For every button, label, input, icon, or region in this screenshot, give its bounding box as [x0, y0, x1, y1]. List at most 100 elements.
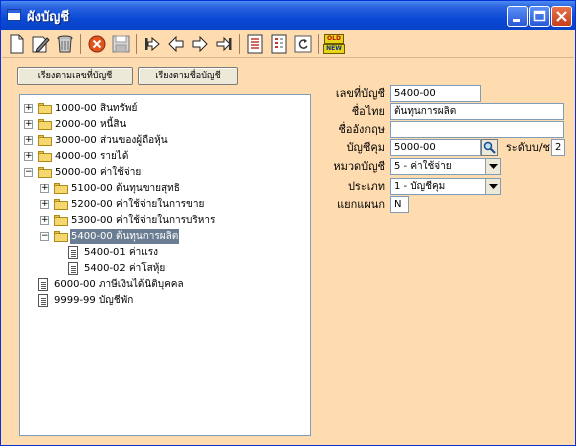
first-icon	[145, 36, 160, 52]
arrow-left-icon	[168, 35, 184, 53]
first-record-button[interactable]	[141, 33, 163, 55]
save-button[interactable]	[110, 33, 132, 55]
tree-node-label-selected: 5400-00 ต้นทุนการผลิต	[70, 229, 180, 244]
category-label: หมวดบัญชี	[333, 160, 385, 173]
delete-button[interactable]	[54, 33, 76, 55]
english-name-label: ชื่ออังกฤษ	[338, 123, 385, 136]
list-icon	[247, 34, 263, 54]
badge-new: NEW	[323, 44, 345, 54]
expand-icon[interactable]: +	[40, 184, 49, 193]
collapse-icon[interactable]: −	[40, 232, 49, 241]
account-no-label: เลขที่บัญชี	[335, 87, 385, 100]
expand-icon[interactable]: +	[24, 120, 33, 129]
toolbar: OLD NEW	[2, 30, 574, 58]
previous-record-button[interactable]	[165, 33, 187, 55]
last-record-button[interactable]	[213, 33, 235, 55]
category-select[interactable]: 5 - ค่าใช้จ่าย	[390, 158, 501, 175]
edit-button[interactable]	[30, 33, 52, 55]
thai-name-field[interactable]: ต้นทุนการผลิต	[390, 103, 564, 120]
dropdown-button[interactable]	[485, 179, 500, 194]
undo-icon	[294, 35, 312, 53]
open-folder-icon	[38, 167, 52, 178]
document-icon	[38, 278, 48, 291]
close-icon	[556, 11, 567, 22]
level-label: ระดับบ/ช	[505, 141, 550, 154]
level-field[interactable]: 2	[551, 139, 565, 156]
new-document-icon	[10, 34, 24, 54]
folder-icon	[38, 135, 52, 146]
tree-node-label: 5300-00 ค่าใช้จ่ายในการบริหาร	[71, 215, 216, 226]
department-split-field[interactable]: N	[390, 196, 409, 213]
document-icon	[68, 262, 78, 275]
expand-icon[interactable]: +	[40, 216, 49, 225]
category-value: 5 - ค่าใช้จ่าย	[394, 161, 452, 172]
control-account-field[interactable]: 5000-00	[390, 139, 481, 156]
tree-node-label: 3000-00 ส่วนของผู้ถือหุ้น	[55, 135, 168, 146]
list-view-button[interactable]	[244, 33, 266, 55]
folder-icon	[38, 103, 52, 114]
report-icon	[271, 34, 287, 54]
maximize-button[interactable]	[529, 6, 550, 27]
tree-node-label: 9999-99 บัญชีพัก	[54, 295, 134, 306]
folder-icon	[54, 215, 68, 226]
badge-old: OLD	[324, 34, 344, 44]
close-window-button[interactable]	[551, 6, 572, 27]
tree-node-label: 5100-00 ต้นทุนขายสุทธิ	[71, 183, 180, 194]
control-account-label: บัญชีคุม	[346, 141, 385, 154]
expand-icon[interactable]: +	[24, 136, 33, 145]
document-icon	[68, 246, 78, 259]
main-window: ผังบัญชี OLD NEW เรียงตามเลขที่บัญชี เรี…	[0, 0, 576, 446]
tree-node-label: 4000-00 รายได้	[55, 151, 129, 162]
english-name-field[interactable]	[390, 121, 564, 138]
chevron-down-icon	[488, 163, 498, 169]
chevron-down-icon	[488, 183, 498, 189]
type-select[interactable]: 1 - บัญชีคุม	[390, 178, 501, 195]
report-button[interactable]	[268, 33, 290, 55]
trash-icon	[57, 35, 73, 53]
expand-icon[interactable]: +	[24, 104, 33, 113]
account-no-field[interactable]: 5400-00	[390, 85, 481, 102]
collapse-icon[interactable]: −	[24, 168, 33, 177]
tree-node-label: 6000-00 ภาษีเงินได้นิติบุคคล	[54, 279, 184, 290]
tree-node-label: 5400-01 ค่าแรง	[84, 247, 158, 258]
sort-by-name-button[interactable]: เรียงตามชื่อบัญชี	[138, 67, 238, 85]
arrow-right-icon	[192, 35, 208, 53]
minimize-icon	[513, 19, 520, 22]
new-button[interactable]	[6, 33, 28, 55]
old-new-toggle-button[interactable]: OLD NEW	[323, 33, 345, 55]
thai-name-label: ชื่อไทย	[351, 105, 385, 118]
folder-icon	[54, 199, 68, 210]
open-folder-icon	[54, 231, 68, 242]
account-tree[interactable]: + 1000-00 สินทรัพย์ + 2000-00 หนี้สิน + …	[19, 94, 311, 436]
dropdown-button[interactable]	[485, 159, 500, 174]
tree-node-label: 2000-00 หนี้สิน	[55, 119, 127, 130]
maximize-icon	[533, 10, 546, 22]
window-title: ผังบัญชี	[27, 10, 70, 25]
next-record-button[interactable]	[189, 33, 211, 55]
minimize-button[interactable]	[507, 6, 528, 27]
expand-icon[interactable]: +	[24, 152, 33, 161]
window-icon	[7, 9, 21, 21]
folder-icon	[54, 183, 68, 194]
department-split-label: แยกแผนก	[337, 198, 385, 211]
tree-node-label: 5200-00 ค่าใช้จ่ายในการขาย	[71, 199, 205, 210]
edit-icon	[32, 36, 50, 53]
type-value: 1 - บัญชีคุม	[394, 181, 446, 192]
tree-node-label: 1000-00 สินทรัพย์	[55, 103, 138, 114]
folder-icon	[38, 151, 52, 162]
sort-by-number-button[interactable]: เรียงตามเลขที่บัญชี	[17, 67, 133, 85]
cancel-icon	[88, 35, 106, 53]
cancel-button[interactable]	[86, 33, 108, 55]
tree-node-label: 5000-00 ค่าใช้จ่าย	[55, 167, 142, 178]
save-icon	[112, 35, 130, 53]
title-bar[interactable]: ผังบัญชี	[1, 1, 575, 30]
search-icon	[483, 141, 496, 154]
document-icon	[38, 294, 48, 307]
expand-icon[interactable]: +	[40, 200, 49, 209]
lookup-button[interactable]	[481, 139, 498, 156]
refresh-button[interactable]	[292, 33, 314, 55]
tree-node-label: 5400-02 ค่าโสหุ้ย	[84, 263, 166, 274]
folder-icon	[38, 119, 52, 130]
last-icon	[216, 36, 232, 52]
type-label: ประเภท	[347, 180, 385, 193]
